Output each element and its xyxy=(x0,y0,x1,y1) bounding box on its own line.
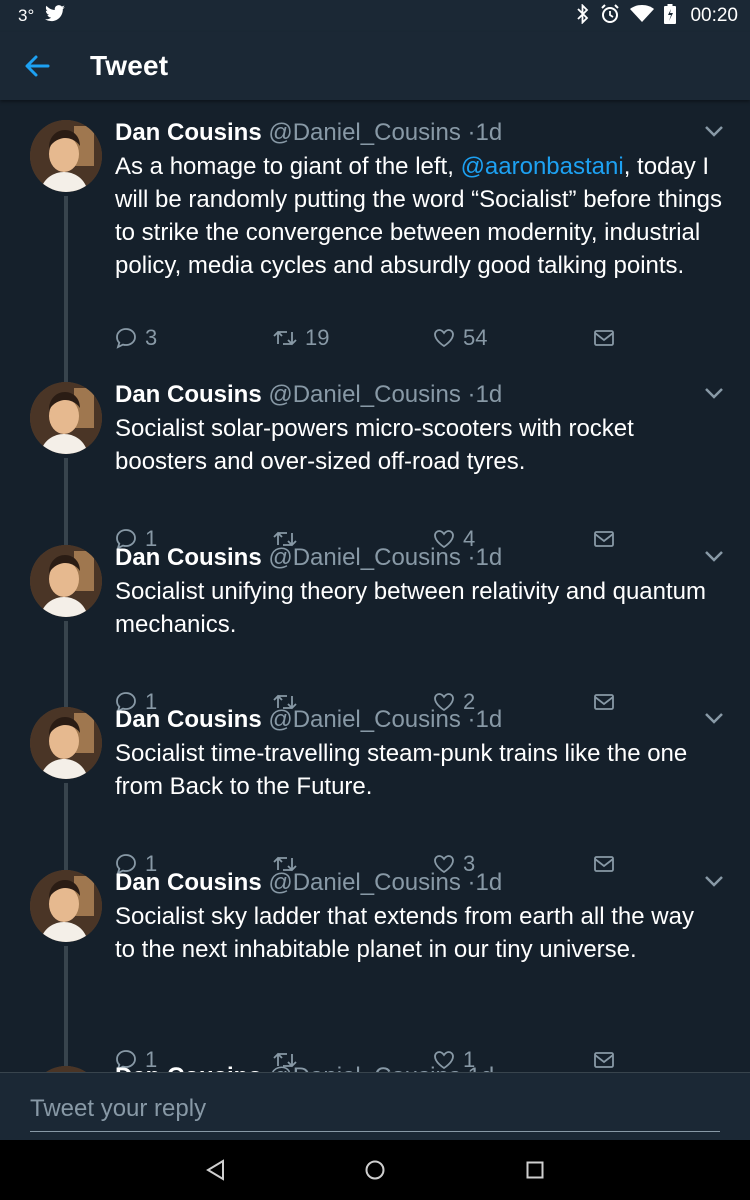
arrow-left-icon[interactable] xyxy=(22,51,52,81)
retweet-count: 19 xyxy=(305,325,330,350)
reply-icon xyxy=(116,328,136,349)
like-count: 54 xyxy=(463,325,488,350)
tweet-text-part: As a homage to giant of the left, xyxy=(115,153,461,180)
thread-line xyxy=(64,525,68,545)
thread-line xyxy=(64,783,68,850)
chevron-down-icon[interactable] xyxy=(703,124,725,138)
tweet-header: Dan Cousins @Daniel_Cousins ·1d xyxy=(115,380,502,410)
author-handle[interactable]: @Daniel_Cousins xyxy=(268,381,460,408)
tweet-time: 1d xyxy=(475,869,503,896)
tweet-time: 1d xyxy=(475,119,503,146)
mention-link[interactable]: @aaronbastani xyxy=(461,153,624,180)
author-handle[interactable]: @Daniel_Cousins xyxy=(268,1063,460,1072)
battery-icon xyxy=(664,3,677,29)
tweet-text: Socialist unifying theory between relati… xyxy=(115,578,706,638)
tweet-thread[interactable]: Dan Cousins @Daniel_Cousins ·1d As a hom… xyxy=(0,100,750,1072)
tweet-3[interactable]: Dan Cousins @Daniel_Cousins ·1d Socialis… xyxy=(0,525,750,714)
page-title: Tweet xyxy=(90,50,169,81)
thread-line xyxy=(64,1046,68,1066)
tweet-time: 1d xyxy=(475,706,503,733)
tweet-5[interactable]: Dan Cousins @Daniel_Cousins ·1d Socialis… xyxy=(0,850,750,1072)
avatar[interactable] xyxy=(30,545,102,617)
separator-dot: · xyxy=(467,869,476,896)
author-name[interactable]: Dan Cousins xyxy=(115,706,262,733)
retweet-button[interactable]: 19 xyxy=(273,323,329,353)
tweet-header: Dan Cousins @Daniel_Cousins 1d xyxy=(115,1062,494,1072)
like-button[interactable]: 54 xyxy=(433,323,487,353)
clock-text: 00:20 xyxy=(690,5,738,26)
avatar[interactable] xyxy=(30,382,102,454)
tweet-actions: 3 19 54 xyxy=(115,323,635,353)
heart-icon xyxy=(434,329,454,348)
tweet-4[interactable]: Dan Cousins @Daniel_Cousins ·1d Socialis… xyxy=(0,687,750,876)
twitter-bird-icon xyxy=(44,4,66,28)
separator-dot: · xyxy=(467,119,476,146)
separator-dot: · xyxy=(467,544,476,571)
chevron-down-icon[interactable] xyxy=(703,711,725,725)
thread-line xyxy=(64,621,68,687)
wifi-icon xyxy=(630,4,655,28)
author-name[interactable]: Dan Cousins xyxy=(115,544,262,571)
author-name[interactable]: Dan Cousins xyxy=(115,381,262,408)
reply-input[interactable] xyxy=(30,1087,720,1132)
author-handle[interactable]: @Daniel_Cousins xyxy=(268,706,460,733)
home-circle-icon[interactable] xyxy=(364,1158,386,1182)
chevron-down-icon[interactable] xyxy=(703,549,725,563)
tweet-time: 1d xyxy=(468,1063,495,1072)
author-name[interactable]: Dan Cousins xyxy=(115,1063,262,1072)
retweet-icon xyxy=(273,330,297,346)
tweet-header: Dan Cousins @Daniel_Cousins ·1d xyxy=(115,705,502,735)
avatar[interactable] xyxy=(30,120,102,192)
author-name[interactable]: Dan Cousins xyxy=(115,119,262,146)
tweet-6-partial[interactable]: Dan Cousins @Daniel_Cousins 1d xyxy=(0,1046,750,1072)
author-handle[interactable]: @Daniel_Cousins xyxy=(268,119,460,146)
envelope-icon xyxy=(594,330,614,346)
thread-line xyxy=(64,946,68,1046)
status-bar: 3° 00:20 xyxy=(0,0,750,32)
app-header: Tweet xyxy=(0,32,750,100)
reply-bar xyxy=(0,1072,750,1140)
thread-line xyxy=(64,850,68,870)
separator-dot: · xyxy=(467,381,476,408)
recents-square-icon[interactable] xyxy=(524,1158,546,1182)
thread-line xyxy=(64,458,68,525)
reply-button[interactable]: 3 xyxy=(115,323,157,353)
thread-line xyxy=(64,362,68,382)
tweet-header: Dan Cousins @Daniel_Cousins ·1d xyxy=(115,118,502,148)
reply-count: 3 xyxy=(145,325,158,350)
author-name[interactable]: Dan Cousins xyxy=(115,869,262,896)
alarm-icon xyxy=(600,3,620,29)
tweet-text: As a homage to giant of the left, @aaron… xyxy=(115,150,725,282)
separator-dot: · xyxy=(467,706,476,733)
tweet-1[interactable]: Dan Cousins @Daniel_Cousins ·1d As a hom… xyxy=(0,100,750,362)
back-triangle-icon[interactable] xyxy=(204,1158,226,1182)
author-handle[interactable]: @Daniel_Cousins xyxy=(268,869,460,896)
chevron-down-icon[interactable] xyxy=(703,386,725,400)
tweet-text: Socialist sky ladder that extends from e… xyxy=(115,903,694,963)
share-dm-button[interactable] xyxy=(593,323,615,353)
tweet-header: Dan Cousins @Daniel_Cousins ·1d xyxy=(115,543,502,573)
tweet-text: Socialist solar-powers micro-scooters wi… xyxy=(115,415,634,475)
author-handle[interactable]: @Daniel_Cousins xyxy=(268,544,460,571)
tweet-header: Dan Cousins @Daniel_Cousins ·1d xyxy=(115,868,502,898)
temperature-text: 3° xyxy=(18,6,35,25)
tweet-text: Socialist time-travelling steam-punk tra… xyxy=(115,740,688,800)
avatar[interactable] xyxy=(30,870,102,942)
tweet-time: 1d xyxy=(475,544,503,571)
bluetooth-icon xyxy=(576,2,590,29)
system-navigation-bar xyxy=(0,1140,750,1200)
thread-line xyxy=(64,196,68,362)
tweet-2[interactable]: Dan Cousins @Daniel_Cousins ·1d Socialis… xyxy=(0,362,750,551)
avatar[interactable] xyxy=(30,707,102,779)
tweet-time: 1d xyxy=(475,381,503,408)
chevron-down-icon[interactable] xyxy=(703,874,725,888)
thread-line xyxy=(64,687,68,707)
